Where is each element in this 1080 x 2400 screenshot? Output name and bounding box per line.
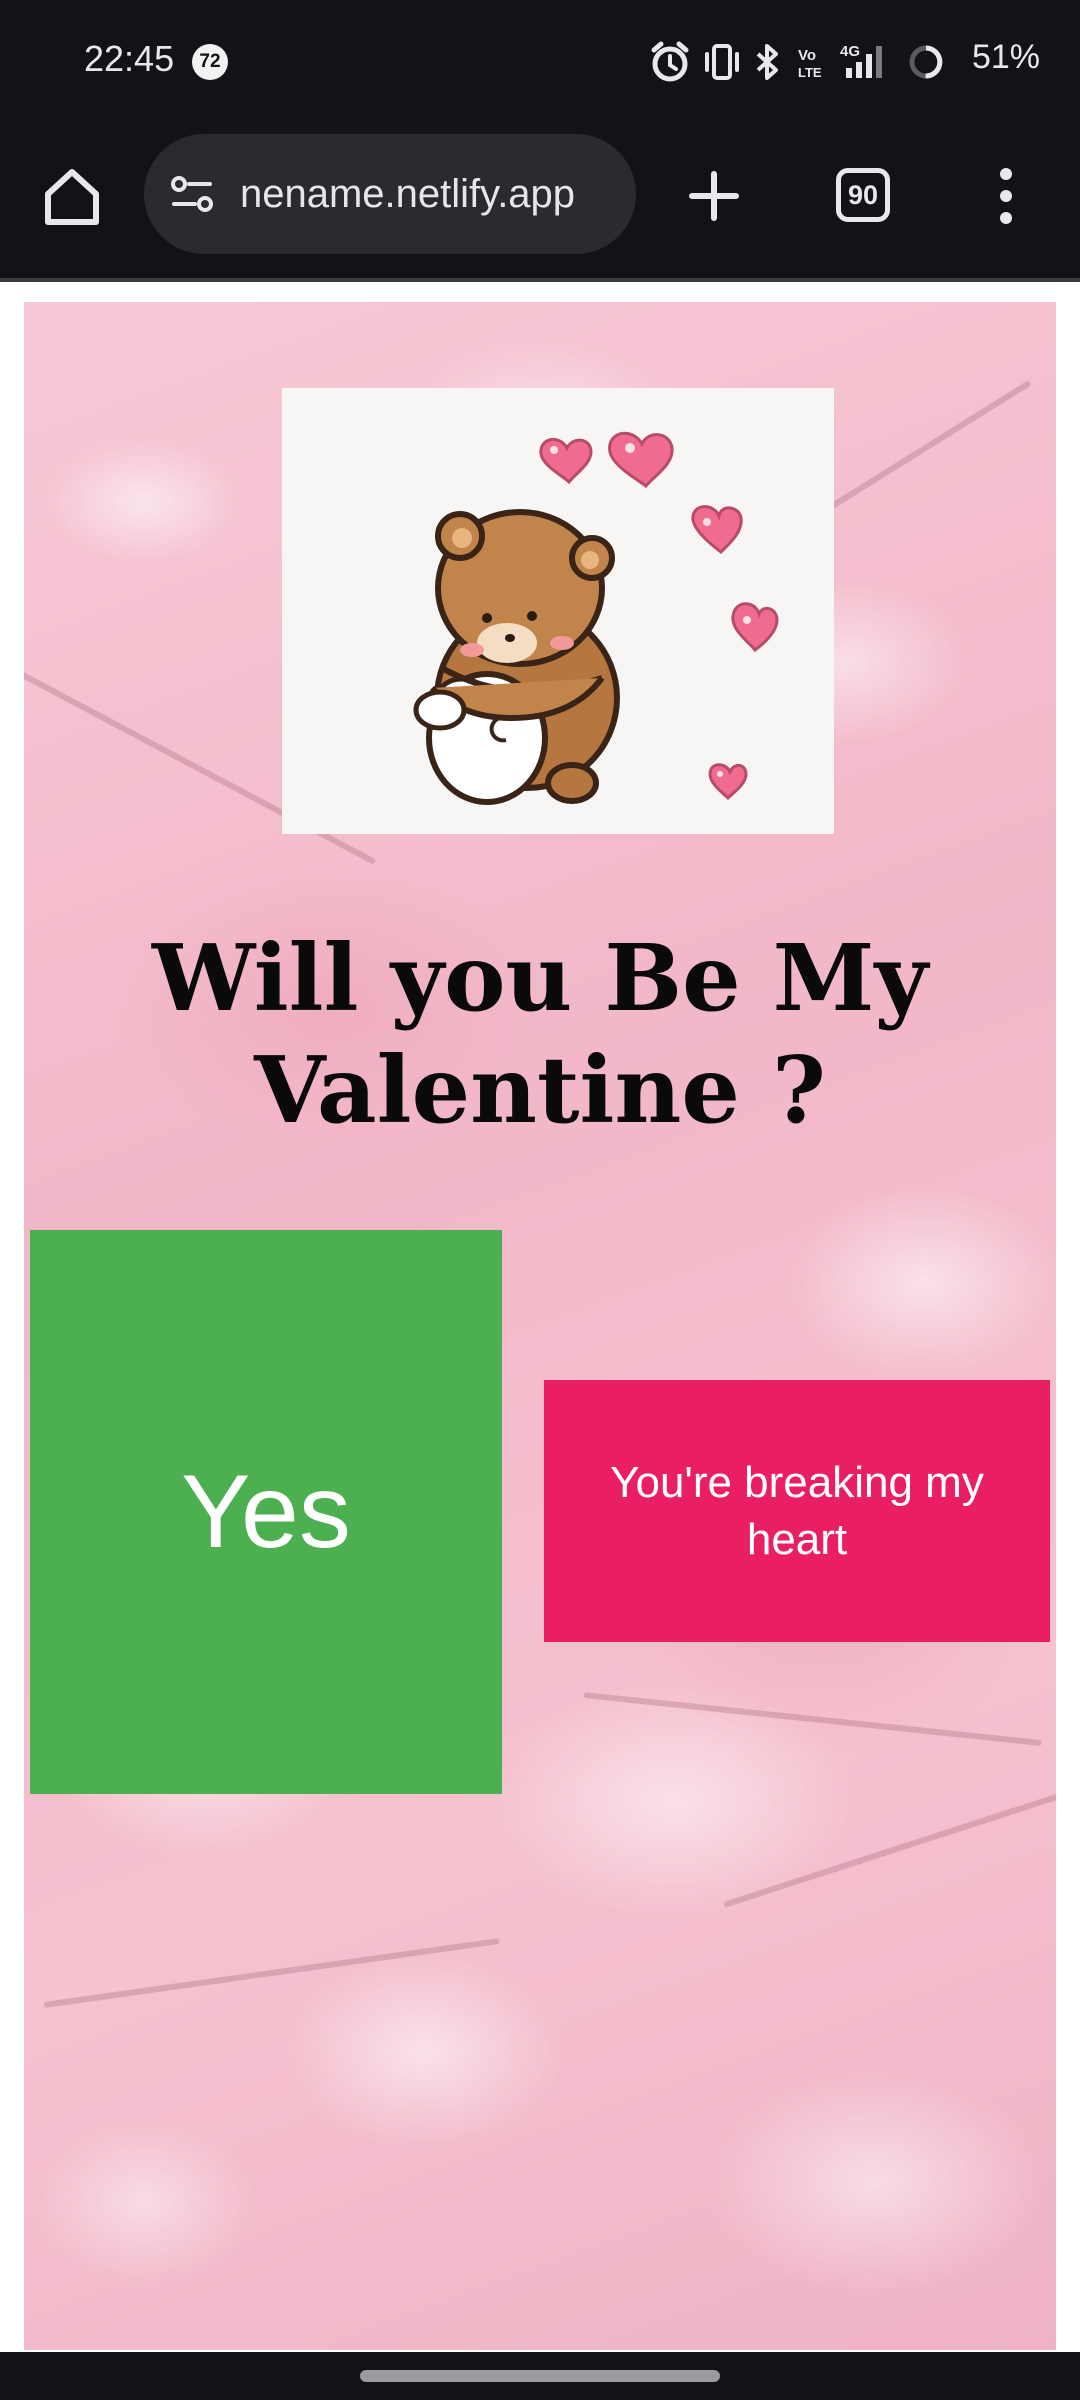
web-viewport: Will you Be My Valentine ? Yes You're br…: [0, 282, 1080, 2352]
blossom-branch: [43, 1938, 500, 2008]
no-button[interactable]: You're breaking my heart: [544, 1380, 1050, 1642]
battery-percent: 51%: [971, 38, 1040, 76]
heart-icon: [708, 763, 748, 801]
status-time: 22:45: [84, 38, 175, 79]
alarm-icon: [651, 41, 689, 82]
more-menu-button[interactable]: [978, 164, 1034, 228]
tab-switcher-button[interactable]: 90: [836, 168, 890, 222]
volte-icon: Vo LTE: [798, 47, 822, 80]
home-icon: [45, 169, 99, 225]
notification-count-badge: 72: [192, 44, 228, 80]
battery-icon: [909, 45, 943, 79]
url-text[interactable]: nename.netlify.app: [240, 172, 575, 217]
new-tab-button[interactable]: [686, 168, 742, 224]
bear-hug-image: [282, 388, 834, 834]
blossom-branch: [583, 1692, 1042, 1747]
system-nav-bar: [0, 2352, 1080, 2400]
bluetooth-icon: [756, 44, 778, 80]
svg-text:LTE: LTE: [798, 65, 822, 80]
browser-toolbar: nename.netlify.app 90: [0, 124, 1080, 278]
vibrate-icon: [705, 44, 739, 80]
heart-icon: [608, 431, 674, 489]
heart-icon: [691, 505, 743, 554]
valentine-page: Will you Be My Valentine ? Yes You're br…: [24, 302, 1056, 2350]
blossom-branch: [723, 1784, 1056, 1908]
status-icons: Vo LTE 4G: [650, 40, 950, 88]
gesture-handle[interactable]: [360, 2370, 720, 2382]
svg-text:Vo: Vo: [798, 47, 816, 64]
signal-4g-icon: 4G: [840, 43, 882, 78]
site-info-icon[interactable]: [168, 170, 216, 218]
headline-line-2: Valentine ?: [254, 1036, 826, 1144]
bear-bunny-illustration: [413, 431, 779, 805]
status-bar: 22:45 72 Vo LTE 4G 51%: [0, 0, 1080, 124]
headline-line-1: Will you Be My: [152, 924, 928, 1032]
more-vert-icon: [1000, 168, 1012, 224]
yes-button[interactable]: Yes: [30, 1230, 502, 1794]
plus-icon: [689, 171, 739, 221]
heart-icon: [539, 438, 593, 485]
address-bar[interactable]: nename.netlify.app: [144, 134, 636, 254]
home-button[interactable]: [40, 164, 104, 228]
heart-icon: [731, 602, 779, 653]
svg-text:4G: 4G: [840, 43, 860, 60]
page-headline: Will you Be My Valentine ?: [24, 922, 1056, 1146]
